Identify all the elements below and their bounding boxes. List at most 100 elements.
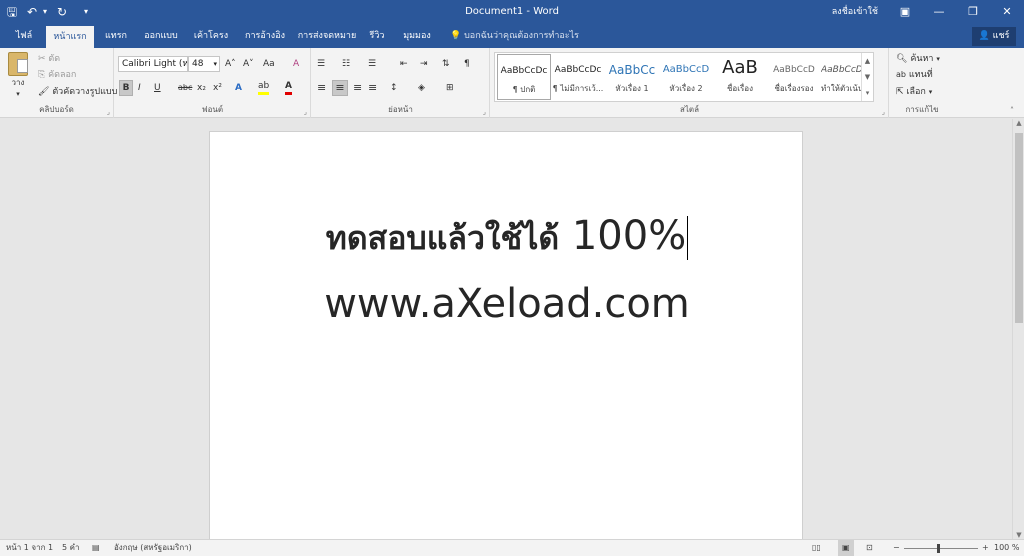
print-layout-icon[interactable]: ▣ (838, 540, 854, 556)
replace-label: แทนที่ (908, 70, 933, 80)
decrease-indent-button[interactable]: ⇤ (400, 57, 408, 71)
sort-button[interactable]: ⇅ (442, 57, 450, 71)
text-cursor (687, 216, 689, 260)
scroll-up-icon[interactable]: ▲ (1013, 119, 1024, 127)
language-indicator[interactable]: อังกฤษ (สหรัฐอเมริกา) (114, 540, 192, 556)
font-launcher-icon[interactable]: ⌟ (304, 108, 307, 116)
style-preview: AaBbCcDc (500, 66, 548, 76)
proofing-icon[interactable]: ▤ (92, 540, 100, 556)
thai-text: ทดสอบแล้วใช้ได้ (325, 219, 560, 257)
tab-layout[interactable]: เค้าโครง (188, 24, 234, 48)
replace-button[interactable]: ab แทนที่ (896, 68, 933, 82)
style-name: ชื่อเรื่อง (727, 84, 753, 93)
tab-home[interactable]: หน้าแรก (46, 26, 94, 48)
style-title[interactable]: AaB ชื่อเรื่อง (713, 54, 767, 100)
find-button[interactable]: 🔍︎ ค้นหา ▾ (896, 52, 940, 66)
style-subtle-emphasis[interactable]: AaBbCcDc ทำให้ตัวเน้น... (821, 54, 861, 100)
clipboard-launcher-icon[interactable]: ⌟ (107, 108, 110, 116)
clear-formatting-button[interactable]: A (293, 57, 299, 71)
multilevel-list-button[interactable]: ☰ (368, 57, 376, 71)
grow-font-button[interactable]: A˄ (225, 57, 236, 71)
strikethrough-button[interactable]: abc (178, 81, 192, 95)
borders-button[interactable]: ⊞ (446, 81, 454, 95)
superscript-button[interactable]: x² (213, 81, 222, 95)
highlight-color-button[interactable]: ab (258, 81, 270, 95)
shading-button[interactable]: ◈ (418, 81, 425, 95)
style-no-spacing[interactable]: AaBbCcDc ¶ ไม่มีการเว้... (551, 54, 605, 100)
document-line-1[interactable]: ทดสอบแล้วใช้ได้ 100% (210, 212, 804, 262)
paintbrush-icon: 🖌 (38, 87, 50, 97)
bullets-button[interactable]: ☰ (317, 57, 325, 71)
paste-button[interactable]: วาง ▾ (6, 52, 30, 98)
scroll-down-icon[interactable]: ▼ (1013, 531, 1024, 539)
show-formatting-marks-button[interactable]: ¶ (464, 57, 470, 71)
tab-file[interactable]: ไฟล์ (6, 24, 42, 48)
tab-mailings[interactable]: การส่งจดหมาย (296, 24, 358, 48)
tab-design[interactable]: ออกแบบ (138, 24, 184, 48)
paste-label: วาง (11, 78, 25, 87)
font-color-button[interactable]: A (285, 81, 292, 95)
style-heading-2[interactable]: AaBbCcD หัวเรื่อง 2 (659, 54, 713, 100)
more-styles-icon[interactable]: ▾ (862, 85, 873, 101)
select-button[interactable]: ⇱ เลือก ▾ (896, 85, 932, 99)
paragraph-group-label: ย่อหน้า (388, 105, 413, 114)
web-layout-icon[interactable]: ⊡ (866, 540, 873, 556)
restore-button[interactable]: ❐ (956, 0, 990, 24)
minimize-button[interactable]: — (922, 0, 956, 24)
vertical-scrollbar[interactable]: ▲ ▼ (1012, 119, 1024, 539)
line-spacing-button[interactable]: ↕ (390, 81, 398, 95)
close-button[interactable]: ✕ (990, 0, 1024, 24)
subscript-button[interactable]: x₂ (197, 81, 206, 95)
styles-group-label: สไตล์ (679, 105, 699, 114)
document-line-2[interactable]: www.aXeload.com (210, 280, 804, 328)
read-mode-icon[interactable]: ▯▯ (812, 540, 821, 556)
style-preview: AaBbCc (608, 63, 656, 77)
style-name: ทำให้ตัวเน้น... (821, 84, 861, 93)
paragraph-group: ☰ ☷ ☰ ⇤ ⇥ ⇅ ¶ ≡ ≡ ≡ ≡ ↕ ◈ ⊞ ย่อหน้า ⌟ (312, 48, 490, 118)
tab-review[interactable]: รีวิว (362, 24, 392, 48)
align-left-button[interactable]: ≡ (317, 81, 326, 95)
italic-button[interactable]: I (138, 81, 141, 95)
zoom-in-button[interactable]: + (982, 540, 989, 556)
underline-button[interactable]: U (154, 81, 161, 95)
style-subtitle[interactable]: AaBbCcD ชื่อเรื่องรอง (767, 54, 821, 100)
collapse-ribbon-icon[interactable]: ˄ (1010, 104, 1014, 118)
share-button[interactable]: 👤 แชร์ (972, 27, 1016, 46)
shrink-font-button[interactable]: A˅ (243, 57, 254, 71)
sign-in-link[interactable]: ลงชื่อเข้าใช้ (832, 0, 878, 24)
tab-references[interactable]: การอ้างอิง (238, 24, 292, 48)
text-effects-button[interactable]: A (235, 81, 242, 95)
font-name-combo[interactable]: Calibri Light (ห (118, 56, 188, 72)
align-center-button[interactable]: ≡ (332, 80, 348, 96)
tab-insert[interactable]: แทรก (98, 24, 134, 48)
align-right-button[interactable]: ≡ (353, 81, 362, 95)
ribbon-display-options-icon[interactable]: ▣ (888, 0, 922, 24)
font-size-combo[interactable]: 48 ▾ (188, 56, 220, 72)
format-painter-button[interactable]: 🖌 ตัวคัดวางรูปแบบ (38, 85, 117, 99)
paragraph-launcher-icon[interactable]: ⌟ (483, 108, 486, 116)
zoom-level[interactable]: 100 % (994, 540, 1019, 556)
bold-button[interactable]: B (119, 80, 133, 96)
cut-button[interactable]: ✂ ตัด (38, 52, 60, 66)
copy-button[interactable]: ⎘ คัดลอก (38, 68, 76, 82)
style-name: หัวเรื่อง 1 (615, 84, 649, 93)
scroll-down-icon[interactable]: ▼ (862, 69, 873, 85)
change-case-button[interactable]: Aa (263, 57, 275, 71)
scrollbar-thumb[interactable] (1015, 133, 1023, 323)
increase-indent-button[interactable]: ⇥ (420, 57, 428, 71)
word-count[interactable]: 5 คำ (62, 540, 79, 556)
scroll-up-icon[interactable]: ▲ (862, 53, 873, 69)
tell-me-search[interactable]: 💡 บอกฉันว่าคุณต้องการทำอะไร (450, 24, 579, 48)
styles-launcher-icon[interactable]: ⌟ (882, 108, 885, 116)
page-count[interactable]: หน้า 1 จาก 1 (6, 540, 53, 556)
tab-view[interactable]: มุมมอง (396, 24, 438, 48)
justify-button[interactable]: ≡ (368, 81, 377, 95)
document-page[interactable]: ทดสอบแล้วใช้ได้ 100% www.aXeload.com (209, 131, 803, 551)
numbering-button[interactable]: ☷ (342, 57, 350, 71)
zoom-out-button[interactable]: − (893, 540, 900, 556)
style-heading-1[interactable]: AaBbCc หัวเรื่อง 1 (605, 54, 659, 100)
zoom-slider[interactable] (904, 544, 978, 553)
style-normal[interactable]: AaBbCcDc ¶ ปกติ (497, 54, 551, 100)
clipboard-icon (8, 52, 28, 76)
zoom-slider-knob[interactable] (937, 544, 940, 553)
